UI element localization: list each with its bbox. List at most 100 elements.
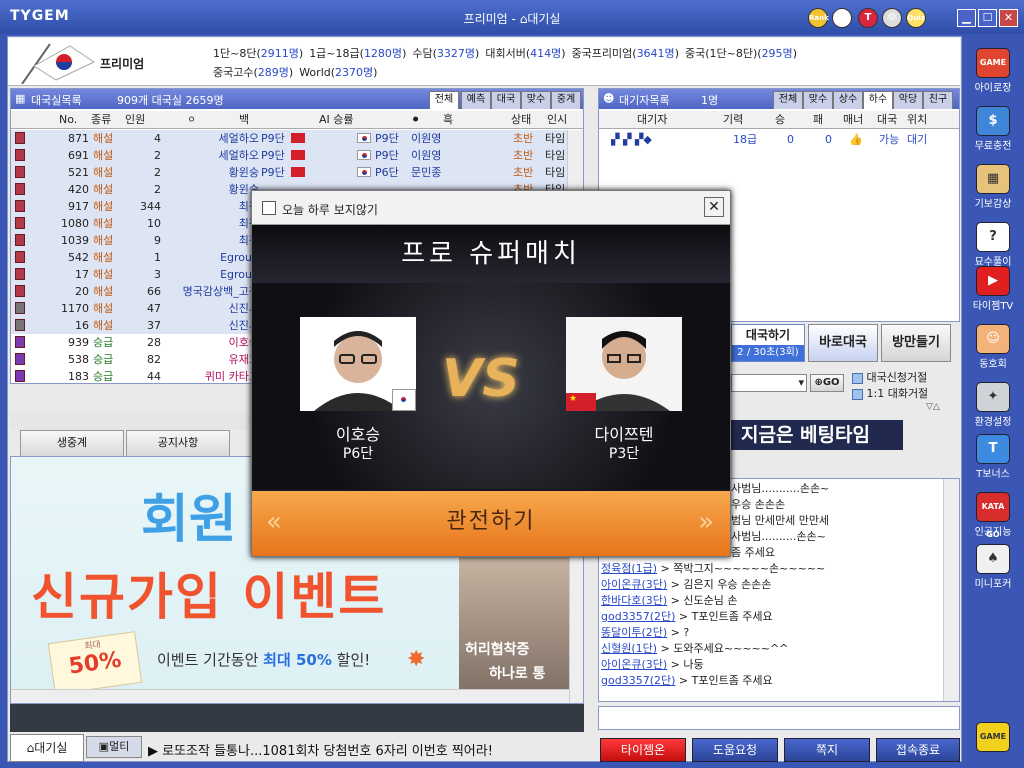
table-row[interactable]: 521 해설 2 황윈숭 P9단 P6단 문민종 초반 타임 [11,164,567,181]
gear-icon[interactable]: ⚙ [882,8,902,28]
col-white[interactable]: 백 [239,111,249,128]
chat-user[interactable]: 한바다호(3단) [601,594,667,607]
quiz-icon[interactable]: Quiz [906,8,926,28]
mascot-icon[interactable] [832,8,852,28]
chat-user[interactable]: 신혈원(1단) [601,642,657,655]
game-tab-1[interactable]: 예측 [461,91,491,109]
waiting-tab-0[interactable]: 전체 [773,91,803,109]
maximize-button[interactable]: ☐ [978,9,997,27]
sidebar-game[interactable]: GAME [964,722,1022,753]
game-tab-3[interactable]: 맞수 [521,91,551,109]
waiting-tab-2[interactable]: 상수 [833,91,863,109]
logout-button[interactable]: 접속종료 [876,738,960,762]
create-room-button[interactable]: 방만들기 [881,324,951,362]
wcol-manner[interactable]: 매너 [843,111,863,128]
quick-game-button[interactable]: 바로대국 [808,324,878,362]
tab-notice[interactable]: 공지사항 [126,430,230,456]
room-select[interactable]: ▾ [731,374,807,392]
sidebar-settings[interactable]: ✦ 환경설정 [964,382,1022,428]
search-icon: ⊕ [814,377,823,388]
chat-user[interactable]: 정육점(1급) [601,562,657,575]
dont-show-checkbox[interactable] [262,201,276,215]
popup-close-button[interactable]: ✕ [704,197,724,217]
rank-icon[interactable]: Rank [808,8,829,28]
server-stat[interactable]: 1단~8단(2911명) [213,44,303,63]
chat-user[interactable]: 똥달이투(2단) [601,626,667,639]
sidebar-t-bonus[interactable]: T T보너스 [964,434,1022,480]
sidebar-tsumego[interactable]: ? 묘수풀이 [964,222,1022,268]
sidebar-free-charge[interactable]: $ 무료충전 [964,106,1022,152]
sidebar-baduk-dojang[interactable]: GAME 아이로장 [964,48,1022,94]
table-row[interactable]: 691 해설 2 세얼하오 P9단 P9단 이원영 초반 타임 [11,147,567,164]
col-type[interactable]: 종류 [91,111,111,128]
cell-white: 최정 [238,217,259,230]
game-tab-0[interactable]: 전체 [429,91,459,109]
server-stat[interactable]: 중국고수(289명) [213,63,293,82]
betting-banner[interactable]: 지금은 베팅타임 [731,420,903,450]
help-request-button[interactable]: 도움요청 [692,738,778,762]
cell-no: 17 [75,268,89,281]
col-extra[interactable]: 인시 [547,111,567,128]
note-button[interactable]: 쪽지 [784,738,870,762]
server-stat[interactable]: 1급~18급(1280명) [309,44,406,63]
server-stat[interactable]: World(2370명) [299,63,377,82]
game-tab-2[interactable]: 대국 [491,91,521,109]
sidebar-club[interactable]: ☺ 동호회 [964,324,1022,370]
watch-button[interactable]: « 관전하기 » [252,491,730,556]
tygem-on-button[interactable]: 타이젬온 [600,738,686,762]
chat-user[interactable]: god3357(2단) [601,674,675,687]
sidebar-tygem-tv[interactable]: ▶ 타이젬TV [964,266,1022,312]
col-people[interactable]: 인원 [125,111,145,128]
col-ai[interactable]: AI 승률 [319,111,354,128]
banner-hscrollbar[interactable] [11,689,569,703]
wcol-location[interactable]: 위치 [907,111,927,128]
tab-live[interactable]: 생중계 [20,430,124,456]
wcol-loss[interactable]: 패 [813,111,823,128]
bottom-tab-lobby[interactable]: ⌂대기실 [10,734,84,762]
checkbox-icon[interactable] [852,388,863,400]
waiting-tab-5[interactable]: 친구 [923,91,953,109]
wcol-rank[interactable]: 기력 [723,111,743,128]
chat-line: 아이온큐(3단) > 김은지 우승 손손손 [601,578,772,591]
waiting-tab-3[interactable]: 하수 [863,91,893,109]
sidebar-mini-poker[interactable]: ♠ 미니포커 [964,544,1022,590]
side-ad[interactable]: 허리협착증 하나로 통 [459,557,571,703]
waiting-tab-4[interactable]: 악당 [893,91,923,109]
option-decline-game[interactable]: 대국신청거절 [852,369,927,385]
server-stat[interactable]: 수담(3327명) [412,44,479,63]
minimize-button[interactable]: ▁ [957,9,976,27]
server-stat[interactable]: 중국프리미엄(3641명) [572,44,679,63]
server-stat[interactable]: 대회서버(414명) [485,44,565,63]
game-tab-4[interactable]: 중계 [551,91,581,109]
wcol-name[interactable]: 대기자 [637,111,667,128]
game-request-button[interactable]: 대국하기 2 / 30초(3회) [731,324,805,362]
chat-user[interactable]: 아이온큐(3단) [601,658,667,671]
col-black[interactable]: 흑 [443,111,453,128]
option-decline-chat[interactable]: 1:1 대화거절 [852,385,928,401]
wcol-game[interactable]: 대국 [877,111,897,128]
chat-scrollbar[interactable] [943,479,959,701]
checkbox-icon[interactable] [852,372,863,384]
col-no[interactable]: No. [59,111,77,128]
bottom-tab-multi[interactable]: ▣멀티 [86,736,142,758]
chat-input[interactable] [598,706,960,730]
sidebar-katago[interactable]: KATA GO 인공지능 [964,492,1022,539]
chat-user[interactable]: 아이온큐(3단) [601,578,667,591]
table-row[interactable]: 871 해설 4 세얼하오 P9단 P9단 이원영 초반 타임 [11,130,567,147]
sidebar-kibo[interactable]: ▦ 기보감상 [964,164,1022,210]
chat-user[interactable]: god3357(2단) [601,610,675,623]
close-button[interactable]: ✕ [999,9,1018,27]
news-ticker[interactable]: ▶ 로또조작 들통나...1081회차 당첨번호 6자리 이번호 찍어라! [148,740,493,759]
waiting-tab-1[interactable]: 맞수 [803,91,833,109]
server-stat-count: 3327명 [436,47,476,60]
cell-extra: 타임 [545,166,566,179]
go-button[interactable]: ⊕GO [810,374,844,392]
server-stat-label: 중국(1단~8단) [684,47,758,60]
t-icon[interactable]: T [858,8,878,28]
col-status[interactable]: 상태 [511,111,531,128]
server-stat[interactable]: 중국(1단~8단)(295명) [685,44,797,63]
chat-line: god3357(2단) > T포인트좀 주세요 [601,610,773,623]
waiting-row[interactable]: ▞ ▞ ▞◆ 18급 0 0 👍 가능 대기 [599,131,959,148]
splitter-arrows-icon[interactable]: ▽△ [926,402,940,412]
wcol-win[interactable]: 승 [775,111,785,128]
